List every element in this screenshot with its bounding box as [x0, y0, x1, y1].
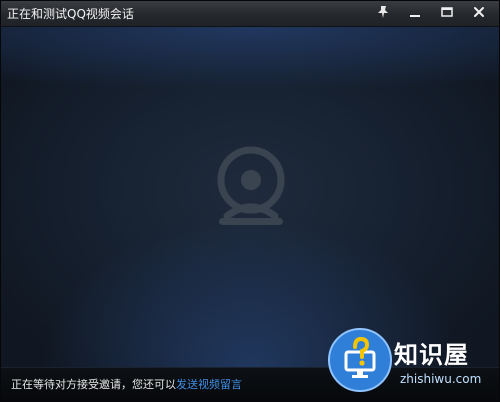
maximize-icon	[440, 7, 453, 17]
watermark: 知识屋 zhishiwu.com	[328, 328, 499, 401]
waiting-text: 正在等待对方接受邀请，您还可以	[11, 378, 176, 391]
minimize-button[interactable]	[399, 2, 430, 22]
minimize-icon	[409, 15, 420, 17]
video-area	[1, 27, 499, 367]
title-bar[interactable]: 正在和测试QQ视频会话	[1, 1, 499, 27]
pin-button[interactable]	[367, 2, 398, 22]
watermark-title: 知识屋	[394, 341, 469, 369]
send-video-message-link[interactable]: 发送视频留言	[176, 378, 242, 391]
watermark-url: zhishiwu.com	[400, 372, 482, 386]
pin-icon	[377, 6, 388, 18]
status-message: 正在等待对方接受邀请，您还可以发送视频留言	[11, 378, 242, 392]
video-chat-window: 正在和测试QQ视频会话 正在等待对方接受邀请，您还可以发送视频留言 知识屋 zh…	[0, 0, 500, 402]
question-monitor-icon	[344, 336, 376, 378]
maximize-button[interactable]	[431, 2, 462, 22]
window-title: 正在和测试QQ视频会话	[7, 7, 134, 21]
watermark-bubble	[328, 328, 392, 392]
webcam-icon	[217, 146, 285, 225]
close-button[interactable]	[463, 2, 494, 22]
close-icon	[473, 7, 484, 17]
